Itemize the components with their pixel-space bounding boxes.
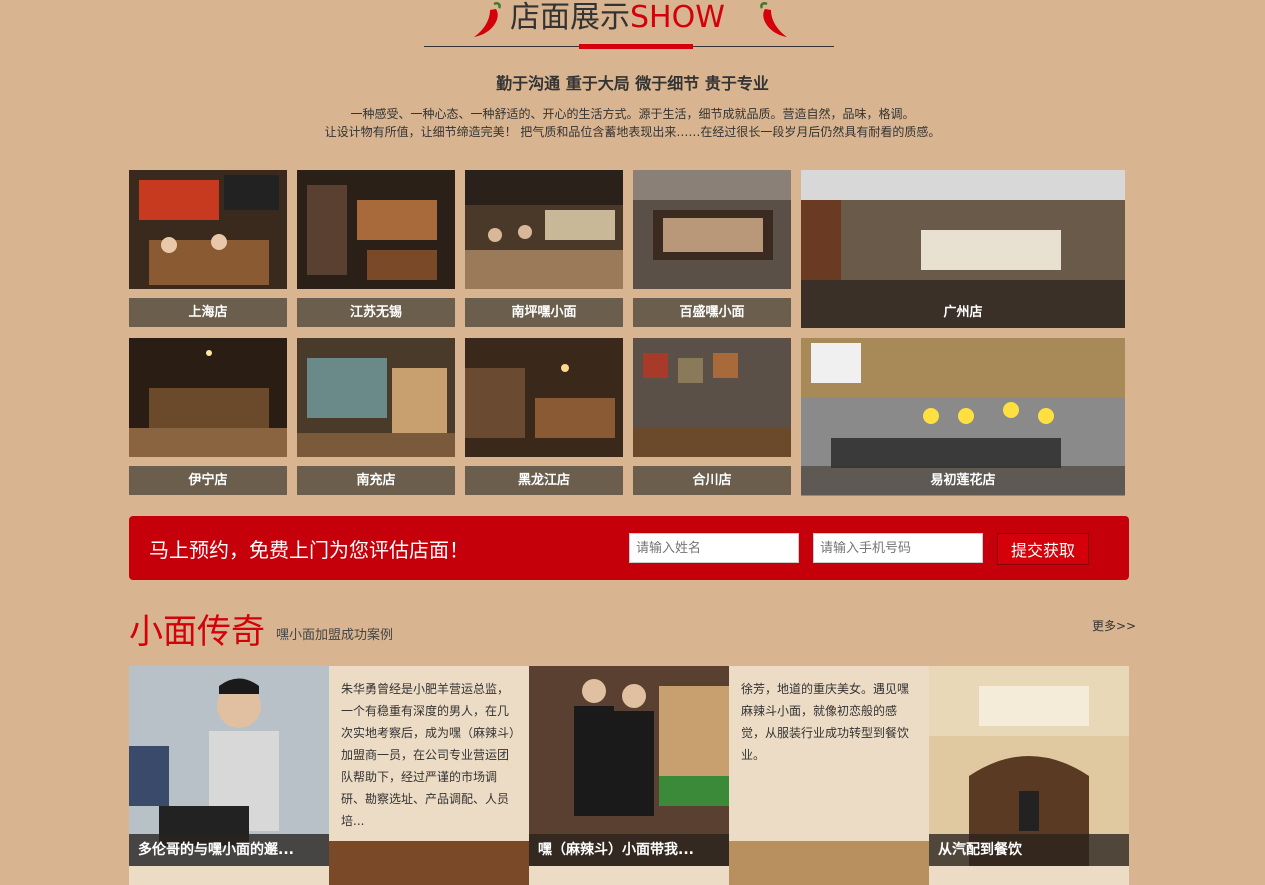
case-text	[129, 866, 329, 885]
case-caption: 嘿（麻辣斗）小面带我...	[529, 834, 729, 866]
store-photo	[297, 338, 455, 457]
case-text: 朱华勇曾经是小肥羊营运总监，一个有稳重有深度的男人，在几次实地考察后，成为嘿（麻…	[329, 666, 529, 841]
store-tile[interactable]: 伊宁店	[129, 338, 287, 496]
booking-headline: 马上预约，免费上门为您评估店面！	[149, 538, 469, 562]
case-text: 徐芳，地道的重庆美女。遇见嘿麻辣斗小面，就像初恋般的感觉，从服装行业成功转型到餐…	[729, 666, 929, 841]
store-tile[interactable]: 南坪嘿小面	[465, 170, 623, 328]
store-label: 伊宁店	[129, 466, 287, 495]
name-input[interactable]	[629, 533, 799, 563]
store-photo	[129, 170, 287, 289]
store-label: 南坪嘿小面	[465, 298, 623, 327]
store-tile[interactable]: 广州店	[801, 170, 1125, 328]
case-photo	[329, 841, 529, 885]
store-label: 广州店	[801, 298, 1125, 327]
store-label: 上海店	[129, 298, 287, 327]
intro-text: 一种感受、一种心态、一种舒适的、开心的生活方式。源于生活，细节成就品质。营造自然…	[0, 105, 1265, 141]
title-cn: 店面展示	[510, 0, 630, 35]
store-photo	[465, 338, 623, 457]
store-photo	[297, 170, 455, 289]
booking-bar: 马上预约，免费上门为您评估店面！ 提交获取	[129, 516, 1129, 580]
store-label: 南充店	[297, 466, 455, 495]
store-tile[interactable]: 上海店	[129, 170, 287, 328]
section-subtitle: 嘿小面加盟成功案例	[276, 628, 394, 643]
store-tile[interactable]: 黑龙江店	[465, 338, 623, 496]
case-card[interactable]: 从汽配到餐饮	[929, 666, 1129, 866]
more-link[interactable]: 更多>>	[1092, 617, 1136, 634]
store-tile[interactable]: 合川店	[633, 338, 791, 496]
store-photo	[129, 338, 287, 457]
store-photo	[633, 338, 791, 457]
phone-input[interactable]	[813, 533, 983, 563]
section-title-legend: 小面传奇	[129, 612, 265, 652]
store-tile[interactable]: 易初莲花店	[801, 338, 1125, 496]
submit-button[interactable]: 提交获取	[997, 533, 1089, 565]
intro-line: 一种感受、一种心态、一种舒适的、开心的生活方式。源于生活，细节成就品质。营造自然…	[350, 107, 915, 121]
case-caption: 多伦哥的与嘿小面的邂...	[129, 834, 329, 866]
case-card[interactable]: 嘿（麻辣斗）小面带我...	[529, 666, 729, 866]
section-title: 店面展示SHOW	[510, 0, 725, 36]
store-label: 百盛嘿小面	[633, 298, 791, 327]
title-en: SHOW	[630, 0, 725, 35]
intro-line: 让设计物有所值，让细节缔造完美！ 把气质和品位含蓄地表现出来……在经过很长一段岁…	[324, 125, 941, 139]
case-caption: 从汽配到餐饮	[929, 834, 1129, 866]
store-tile[interactable]: 江苏无锡	[297, 170, 455, 328]
case-photo	[729, 841, 929, 885]
store-tile[interactable]: 南充店	[297, 338, 455, 496]
chili-pepper-icon	[474, 2, 501, 37]
store-label: 江苏无锡	[297, 298, 455, 327]
case-card[interactable]: 多伦哥的与嘿小面的邂...	[129, 666, 329, 866]
title-accent-bar	[579, 44, 693, 49]
store-label: 合川店	[633, 466, 791, 495]
store-photo	[633, 170, 791, 289]
store-tile[interactable]: 百盛嘿小面	[633, 170, 791, 328]
slogan: 勤于沟通 重于大局 微于细节 贵于专业	[496, 74, 769, 93]
store-label: 易初莲花店	[801, 466, 1125, 495]
section-header: 店面展示SHOW	[0, 0, 1265, 46]
case-text	[929, 866, 1129, 885]
store-label: 黑龙江店	[465, 466, 623, 495]
case-text	[529, 866, 729, 885]
chili-pepper-icon	[760, 2, 787, 37]
store-photo	[465, 170, 623, 289]
